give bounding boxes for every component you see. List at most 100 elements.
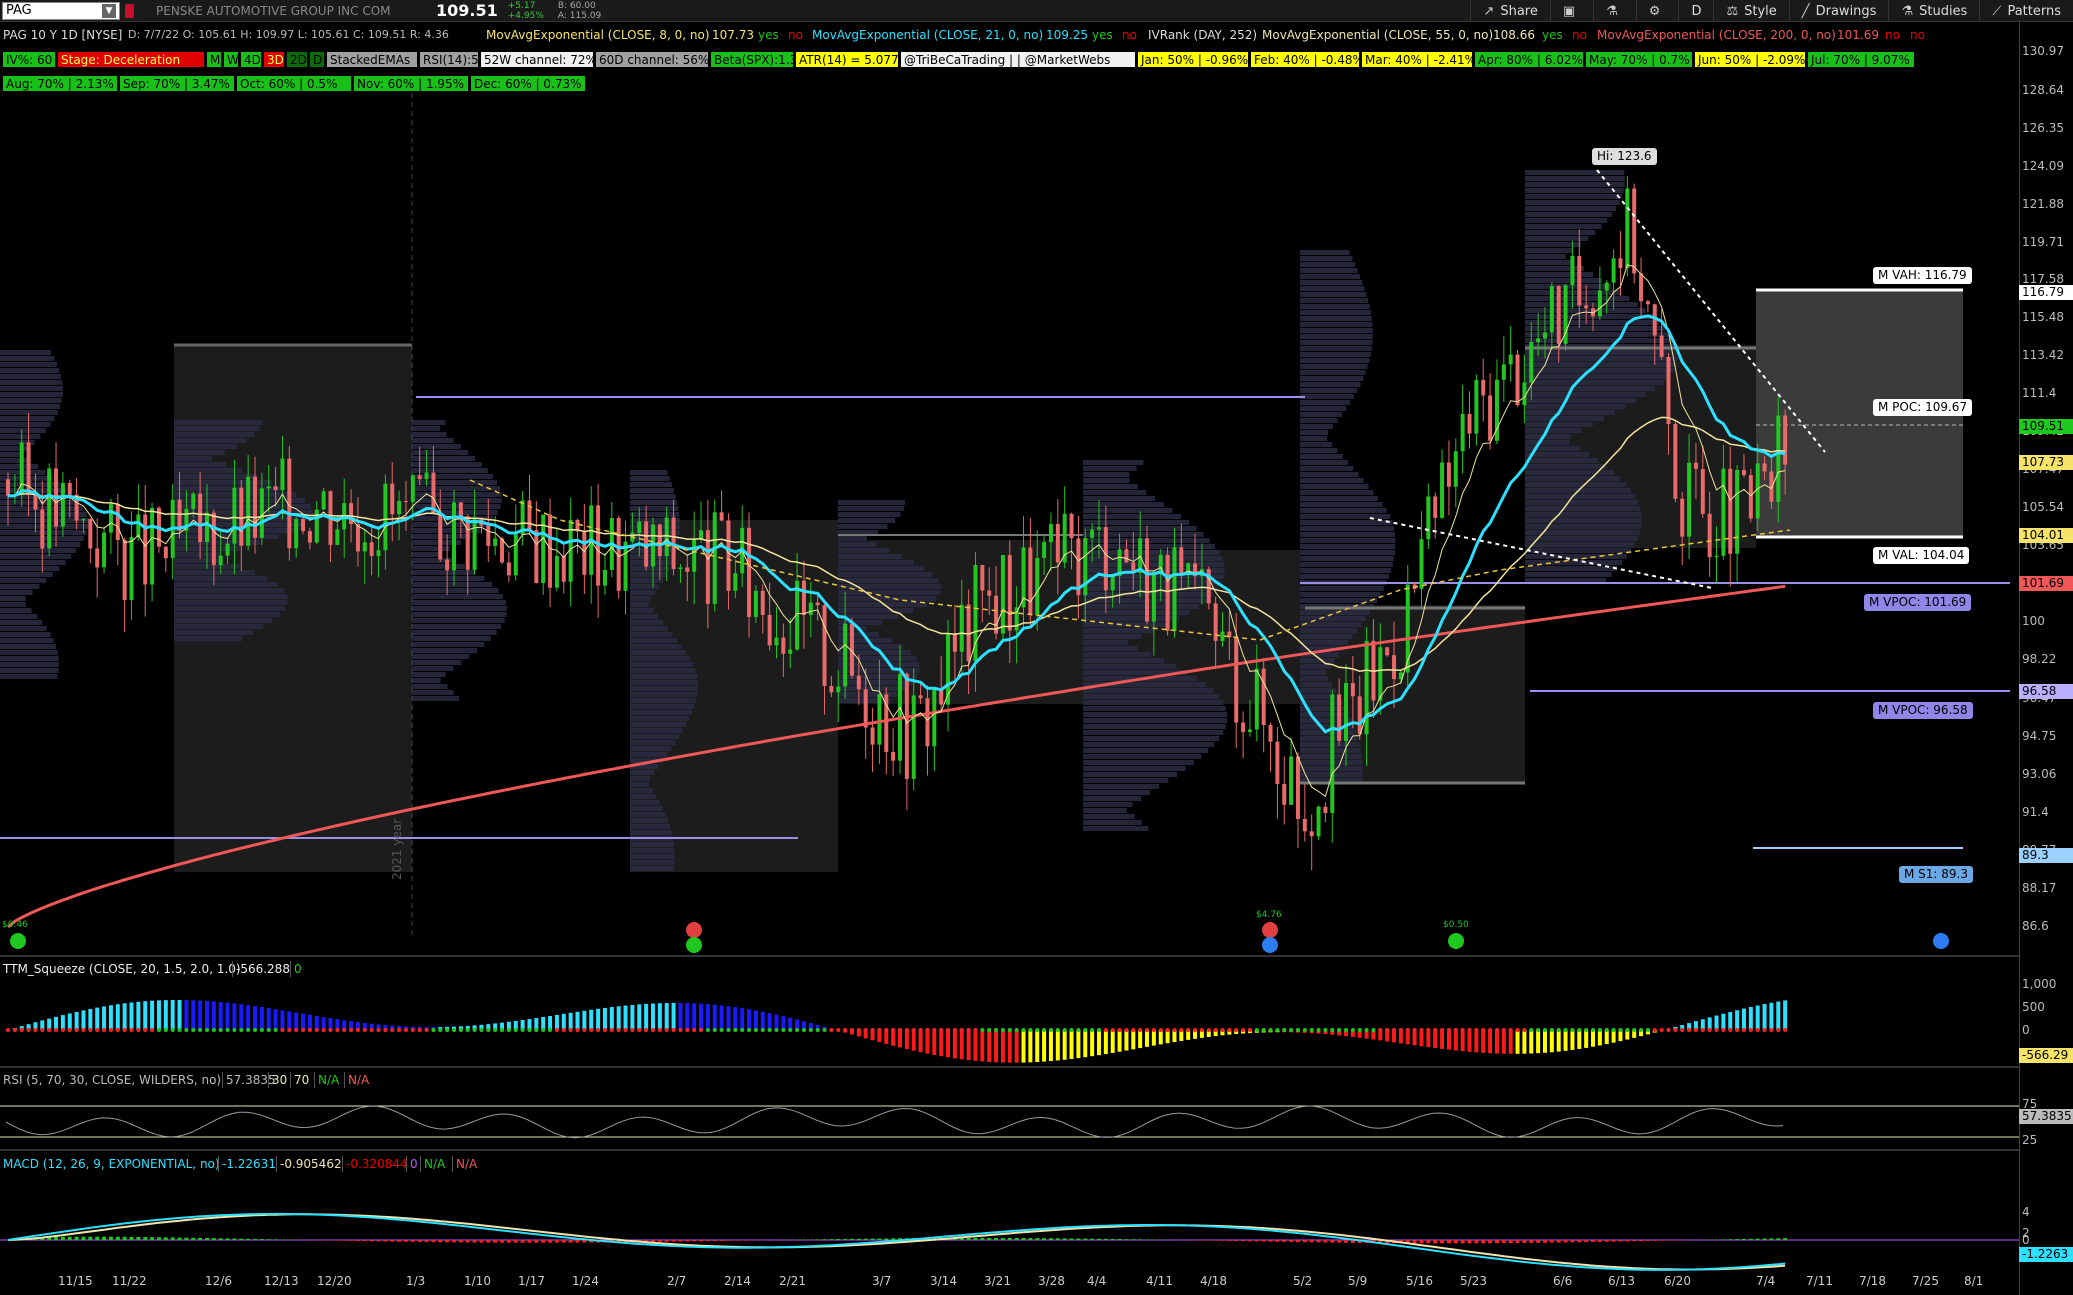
flag-icon[interactable] xyxy=(125,3,134,18)
squeeze-bar xyxy=(1426,1030,1431,1048)
squeeze-dot xyxy=(644,1028,649,1032)
drawings-button[interactable]: ╱ Drawings xyxy=(1788,0,1889,22)
squeeze-bar xyxy=(726,1006,731,1030)
candle-body xyxy=(1289,756,1294,805)
candle-body xyxy=(1577,256,1582,306)
macd-bar xyxy=(1048,1238,1053,1240)
macd-title[interactable]: MACD (12, 26, 9, EXPONENTIAL, no) xyxy=(3,1156,220,1172)
squeeze-title[interactable]: TTM_Squeeze (CLOSE, 20, 1.5, 2.0, 1.0) xyxy=(3,961,241,977)
squeeze-dot xyxy=(1021,1028,1026,1032)
squeeze-bar xyxy=(1110,1030,1115,1053)
price-chart[interactable] xyxy=(0,22,2019,957)
time-tick: 11/15 xyxy=(58,1274,93,1288)
macd-bar xyxy=(1062,1238,1067,1240)
macd-plot[interactable] xyxy=(0,1172,2019,1272)
pane-separator[interactable] xyxy=(0,1149,2019,1151)
volume-profile-bar xyxy=(630,824,670,829)
layout-button[interactable]: ▣ xyxy=(1549,0,1593,22)
tag-last-price: 109.51 xyxy=(2019,419,2073,434)
rsi-title[interactable]: RSI (5, 70, 30, CLOSE, WILDERS, no) xyxy=(3,1072,221,1088)
candle-body xyxy=(1474,380,1479,434)
squeeze-dot xyxy=(1632,1028,1637,1032)
macd-bar xyxy=(383,1240,388,1242)
squeeze-dot xyxy=(1035,1028,1040,1032)
macd-bar xyxy=(1055,1238,1060,1240)
squeeze-dot xyxy=(1446,1028,1451,1032)
squeeze-bar xyxy=(918,1030,923,1053)
volume-profile-bar xyxy=(1525,260,1575,265)
volume-profile-bar xyxy=(174,444,237,449)
style-button[interactable]: ⚖ Style xyxy=(1713,0,1788,22)
macd-bar xyxy=(143,1237,148,1240)
patterns-button[interactable]: ⟋ Patterns xyxy=(1979,0,2073,22)
symbol-input[interactable]: PAG ▼ xyxy=(2,1,120,20)
squeeze-dot xyxy=(856,1028,861,1032)
studies-button[interactable]: ⚗ Studies xyxy=(1888,0,1979,22)
candle-body xyxy=(904,673,909,779)
candle-body xyxy=(40,509,45,549)
volume-profile-bar xyxy=(838,656,917,661)
macd-bar xyxy=(266,1239,271,1240)
candle-body xyxy=(712,512,717,604)
squeeze-bar xyxy=(74,1011,79,1030)
squeeze-bar xyxy=(1570,1030,1575,1050)
rsi-plot[interactable] xyxy=(0,1090,2019,1148)
squeeze-dot xyxy=(1241,1028,1246,1032)
squeeze-dot xyxy=(1693,1028,1698,1032)
squeeze-dot xyxy=(1131,1028,1136,1032)
volume-profile-bar xyxy=(630,644,682,649)
lab-button[interactable]: ⚗ xyxy=(1593,0,1636,22)
volume-profile-bar xyxy=(630,704,695,709)
candle-body xyxy=(1261,668,1266,726)
squeeze-bar xyxy=(740,1008,745,1030)
candle-body xyxy=(1069,513,1074,539)
volume-profile-bar xyxy=(630,728,683,733)
volume-profile-bar xyxy=(412,474,493,479)
year-marker: 2021 year xyxy=(390,818,404,880)
style-icon: ⚖ xyxy=(1726,3,1739,19)
candle-body xyxy=(1728,468,1733,554)
candle-body xyxy=(1014,607,1019,631)
macd-bar xyxy=(403,1240,408,1242)
volume-profile-bar xyxy=(1300,454,1343,459)
time-tick: 12/20 xyxy=(317,1274,352,1288)
pane-separator[interactable] xyxy=(0,1066,2019,1068)
squeeze-dot xyxy=(1419,1028,1424,1032)
squeeze-dot xyxy=(136,1028,141,1032)
pane-separator[interactable] xyxy=(0,955,2019,957)
macd-bar xyxy=(1659,1240,1664,1241)
squeeze-dot xyxy=(1076,1028,1081,1032)
macd-bar xyxy=(548,1240,553,1243)
volume-profile-bar xyxy=(174,582,278,587)
volume-profile-bar xyxy=(838,608,914,613)
candle-body xyxy=(719,512,724,521)
candle-body xyxy=(843,623,848,687)
volume-profile-bar xyxy=(174,612,280,617)
time-tick: 3/7 xyxy=(872,1274,892,1288)
candle-body xyxy=(836,686,841,693)
volume-profile-bar xyxy=(630,500,678,505)
timeframe-button[interactable]: D xyxy=(1678,0,1713,22)
macd-bar xyxy=(1645,1240,1650,1241)
volume-profile-bar xyxy=(1525,422,1593,427)
chevron-down-icon[interactable]: ▼ xyxy=(102,3,116,18)
volume-profile-bar xyxy=(412,570,476,575)
share-button[interactable]: ↗ Share xyxy=(1470,0,1549,22)
squeeze-bar xyxy=(1542,1030,1547,1053)
volume-profile-bar xyxy=(838,560,914,565)
squeeze-bar xyxy=(1000,1030,1005,1063)
volume-profile-bar xyxy=(1525,410,1615,415)
squeeze-histogram[interactable] xyxy=(0,976,2019,1066)
squeeze-bar xyxy=(170,999,175,1030)
volume-profile-bar xyxy=(630,506,679,511)
squeeze-bar xyxy=(623,1005,628,1030)
volume-profile-bar xyxy=(1083,754,1202,759)
squeeze-dot xyxy=(6,1028,10,1032)
volume-profile-bar xyxy=(1083,808,1127,813)
candle-body xyxy=(1035,557,1040,615)
squeeze-dot xyxy=(239,1028,244,1032)
squeeze-dot xyxy=(1275,1028,1280,1032)
squeeze-dot xyxy=(1508,1028,1513,1032)
candle-body xyxy=(747,527,752,617)
settings-button[interactable]: ⚙ xyxy=(1635,0,1679,22)
